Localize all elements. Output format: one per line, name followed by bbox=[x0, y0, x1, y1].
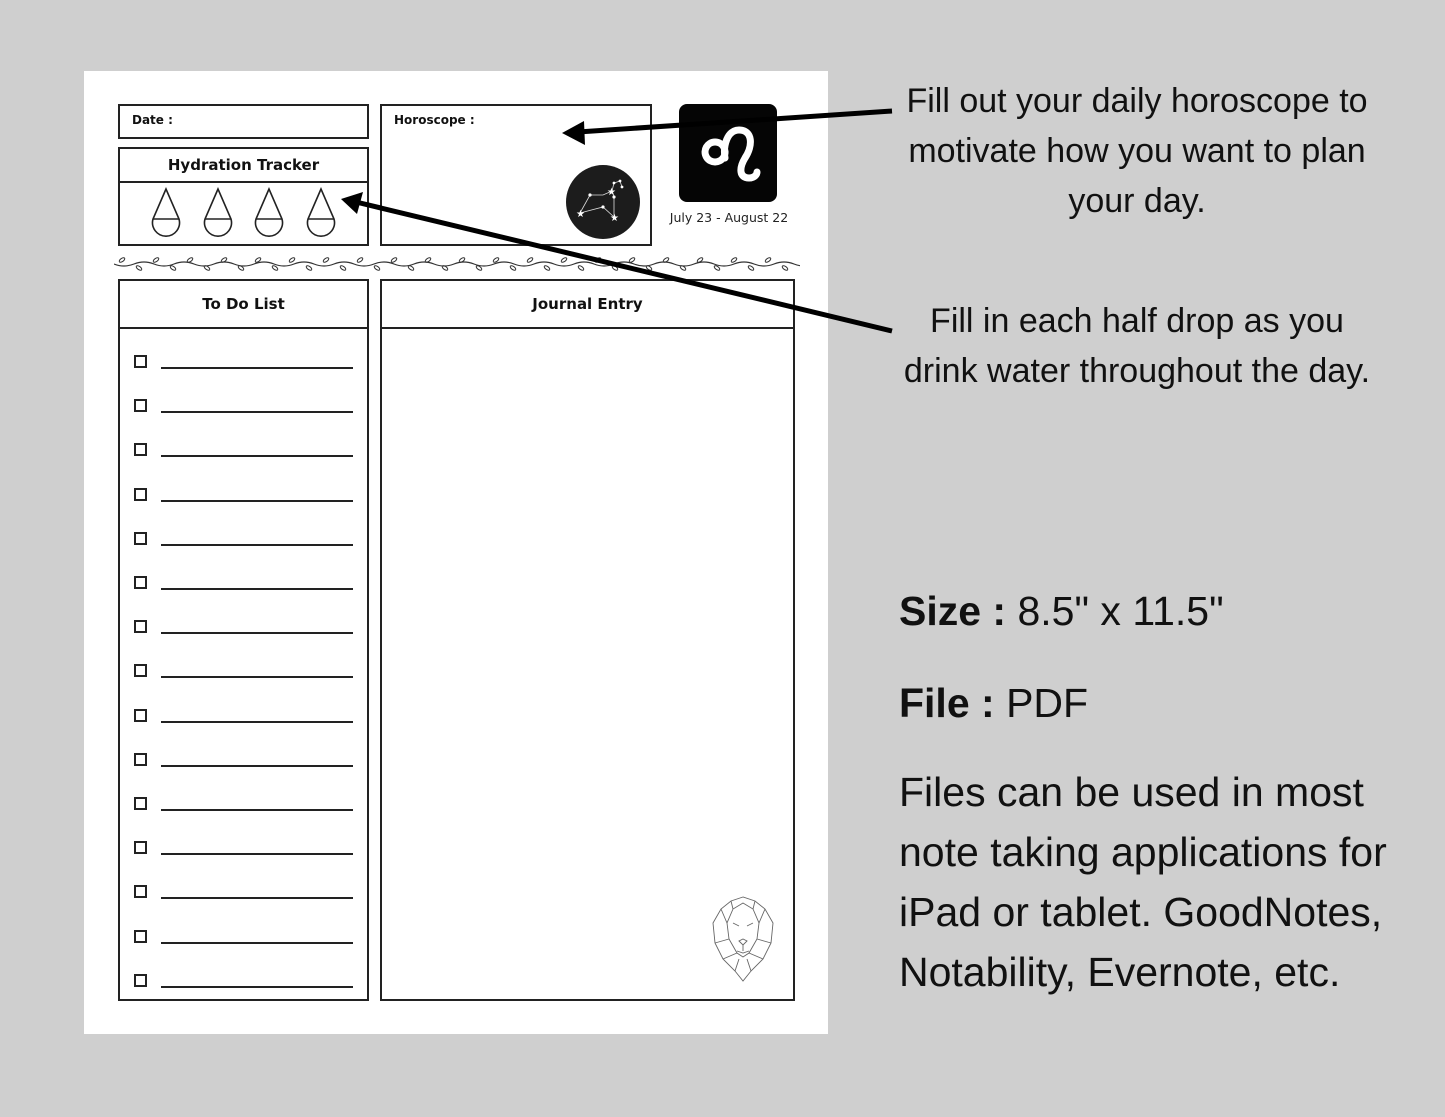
todo-checkbox[interactable] bbox=[134, 576, 147, 589]
todo-checkbox[interactable] bbox=[134, 487, 147, 501]
todo-item bbox=[134, 885, 356, 905]
spec-file: File : PDF bbox=[899, 680, 1088, 727]
todo-line-input[interactable] bbox=[161, 499, 353, 502]
todo-line-input[interactable] bbox=[161, 411, 353, 414]
todo-item bbox=[134, 355, 356, 375]
svg-text:★: ★ bbox=[607, 187, 616, 198]
todo-line-input[interactable] bbox=[161, 853, 353, 856]
hydration-tracker: Hydration Tracker bbox=[118, 147, 369, 246]
todo-list: To Do List bbox=[118, 279, 369, 1001]
journal-entry[interactable]: Journal Entry bbox=[380, 279, 795, 1001]
todo-line-input[interactable] bbox=[161, 764, 353, 767]
todo-line-input[interactable] bbox=[161, 543, 353, 546]
hydration-note: Fill in each half drop as you drink wate… bbox=[903, 302, 1371, 390]
zodiac-dates: July 23 - August 22 bbox=[669, 210, 789, 225]
date-field[interactable]: Date : bbox=[118, 104, 369, 139]
todo-line-input[interactable] bbox=[161, 367, 353, 369]
todo-checkbox[interactable] bbox=[134, 841, 147, 855]
todo-item bbox=[134, 576, 356, 596]
todo-line-input[interactable] bbox=[161, 588, 353, 590]
water-drop-icon[interactable] bbox=[304, 187, 338, 239]
journal-title: Journal Entry bbox=[382, 281, 793, 329]
todo-item bbox=[134, 443, 356, 463]
todo-line-input[interactable] bbox=[161, 809, 353, 811]
vine-divider bbox=[114, 257, 800, 271]
todo-item bbox=[134, 531, 356, 552]
horoscope-field[interactable]: Horoscope : ★ ★ ★ bbox=[380, 104, 652, 246]
todo-checkbox[interactable] bbox=[134, 620, 147, 634]
todo-item bbox=[134, 797, 356, 817]
spec-size: Size : 8.5" x 11.5" bbox=[899, 588, 1224, 635]
todo-item bbox=[134, 929, 356, 950]
todo-line-input[interactable] bbox=[161, 632, 353, 635]
todo-line-input[interactable] bbox=[161, 676, 353, 679]
todo-checkbox[interactable] bbox=[134, 752, 147, 766]
todo-checkbox[interactable] bbox=[134, 443, 147, 457]
todo-item bbox=[134, 620, 356, 640]
todo-item bbox=[134, 973, 356, 994]
hydration-drops bbox=[120, 183, 367, 239]
date-label: Date : bbox=[132, 113, 173, 127]
horoscope-label: Horoscope : bbox=[394, 113, 475, 127]
todo-item bbox=[134, 708, 356, 729]
todo-checkbox[interactable] bbox=[134, 973, 147, 987]
water-drop-icon[interactable] bbox=[252, 187, 286, 239]
todo-item bbox=[134, 664, 356, 684]
todo-checkbox[interactable] bbox=[134, 664, 147, 678]
todo-checkbox[interactable] bbox=[134, 355, 147, 368]
spec-description: Files can be used in most note taking ap… bbox=[899, 769, 1387, 995]
todo-line-input[interactable] bbox=[161, 455, 353, 458]
todo-checkbox[interactable] bbox=[134, 399, 147, 413]
size-value: 8.5" x 11.5" bbox=[1006, 588, 1224, 634]
todo-checkbox[interactable] bbox=[134, 885, 147, 899]
hydration-title: Hydration Tracker bbox=[120, 149, 367, 183]
svg-text:★: ★ bbox=[576, 209, 585, 220]
water-drop-icon[interactable] bbox=[201, 187, 235, 239]
todo-checkbox[interactable] bbox=[134, 708, 147, 722]
leo-constellation-icon: ★ ★ ★ bbox=[566, 165, 640, 239]
todo-checkbox[interactable] bbox=[134, 797, 147, 810]
lion-head-icon bbox=[712, 896, 774, 982]
size-label: Size : bbox=[899, 588, 1007, 634]
file-value: PDF bbox=[994, 680, 1089, 726]
todo-item bbox=[134, 841, 356, 861]
svg-text:★: ★ bbox=[610, 213, 619, 224]
leo-zodiac-icon bbox=[679, 104, 777, 202]
todo-line-input[interactable] bbox=[161, 941, 353, 944]
todo-line-input[interactable] bbox=[161, 897, 353, 900]
todo-line-input[interactable] bbox=[161, 720, 353, 723]
horoscope-note: Fill out your daily horoscope to motivat… bbox=[906, 82, 1368, 220]
todo-line-input[interactable] bbox=[161, 985, 353, 988]
todo-item bbox=[134, 752, 356, 773]
planner-page: Date : Hydration Tracker Horoscope : ★ ★ ★… bbox=[84, 71, 828, 1034]
file-label: File : bbox=[899, 680, 995, 726]
todo-checkbox[interactable] bbox=[134, 531, 147, 545]
todo-title: To Do List bbox=[120, 281, 367, 329]
todo-checkbox[interactable] bbox=[134, 929, 147, 943]
todo-item bbox=[134, 399, 356, 419]
todo-item bbox=[134, 487, 356, 508]
water-drop-icon[interactable] bbox=[149, 187, 183, 239]
